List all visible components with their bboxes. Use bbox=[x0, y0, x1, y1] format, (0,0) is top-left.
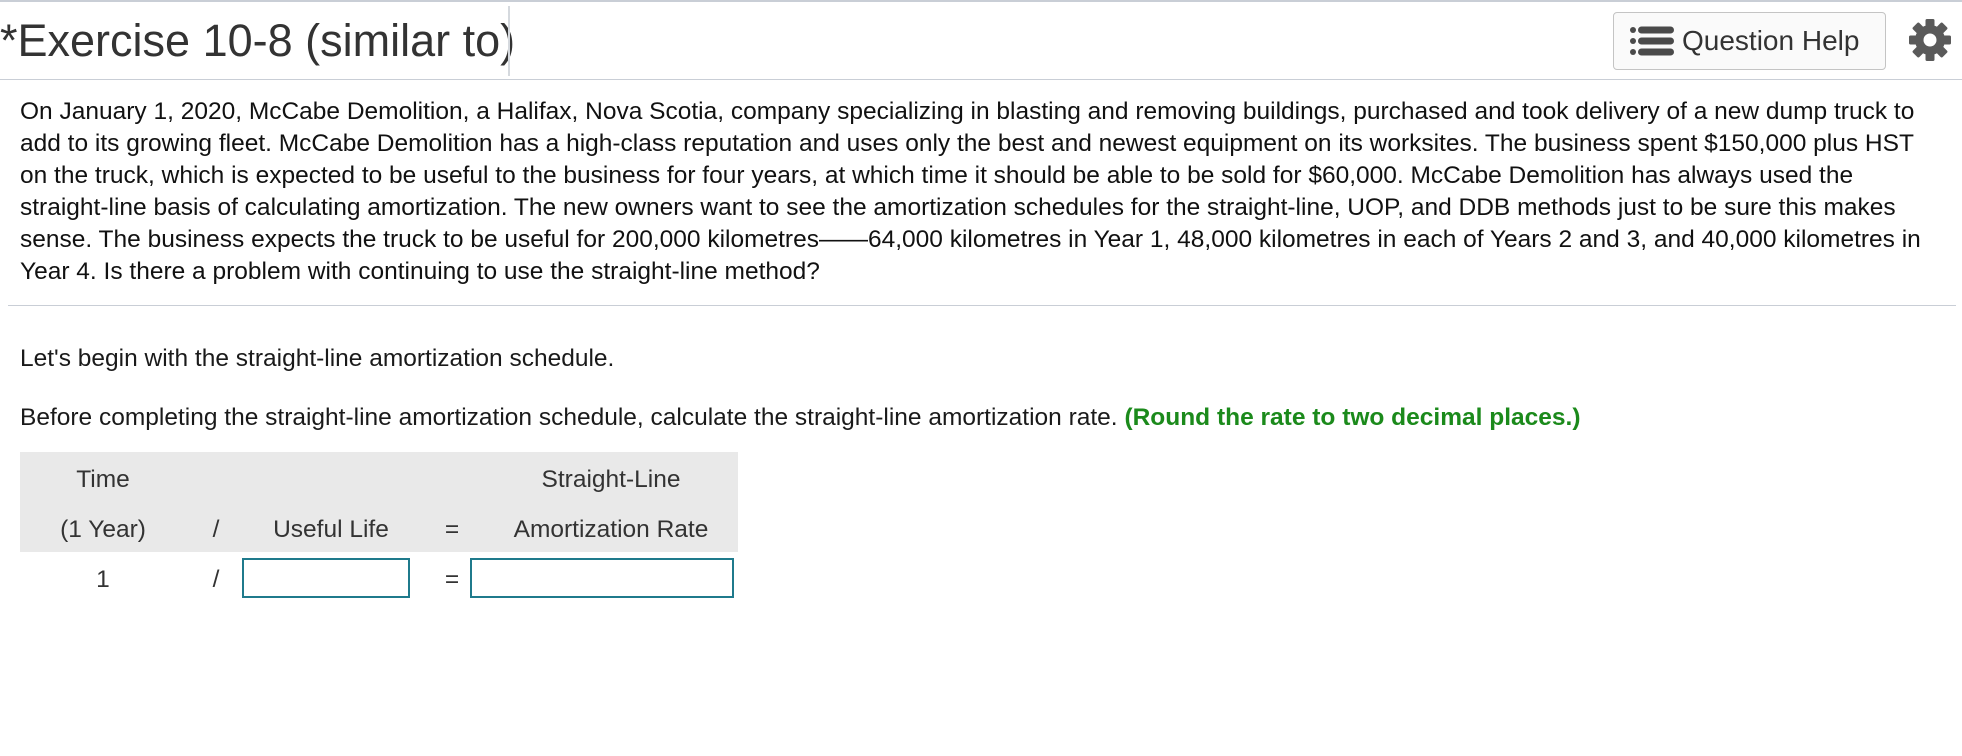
exercise-title: *Exercise 10-8 (similar to) bbox=[0, 15, 516, 66]
divide-operator-header: / bbox=[212, 516, 220, 543]
amortization-rate-header: Amortization Rate bbox=[513, 516, 709, 543]
equals-operator-header: = bbox=[444, 516, 460, 543]
intro-text: Let's begin with the straight-line amort… bbox=[20, 345, 615, 372]
rounding-hint: (Round the rate to two decimal places.) bbox=[1124, 404, 1581, 431]
time-value: 1 bbox=[96, 566, 110, 593]
amortization-rate-calculation: Time (1 Year) / Useful Life = Straight-L… bbox=[20, 452, 738, 602]
instruction-text: Before completing the straight-line amor… bbox=[20, 402, 1580, 434]
one-year-header: (1 Year) bbox=[60, 516, 146, 543]
time-header: Time bbox=[76, 466, 130, 493]
useful-life-header: Useful Life bbox=[273, 516, 389, 543]
exercise-header: *Exercise 10-8 (similar to) Question Hel… bbox=[0, 2, 1962, 80]
list-icon bbox=[1630, 26, 1674, 56]
section-divider bbox=[8, 305, 1956, 306]
gear-icon[interactable] bbox=[1908, 18, 1952, 62]
straight-line-header: Straight-Line bbox=[541, 466, 681, 493]
title-separator bbox=[508, 6, 510, 76]
divide-operator: / bbox=[212, 566, 220, 593]
instruction-main: Before completing the straight-line amor… bbox=[20, 404, 1118, 431]
problem-statement: On January 1, 2020, McCabe Demolition, a… bbox=[20, 98, 1921, 285]
useful-life-input[interactable] bbox=[242, 558, 410, 598]
question-help-button[interactable]: Question Help bbox=[1613, 12, 1886, 70]
amortization-rate-input[interactable] bbox=[470, 558, 734, 598]
question-help-label: Question Help bbox=[1682, 25, 1860, 56]
